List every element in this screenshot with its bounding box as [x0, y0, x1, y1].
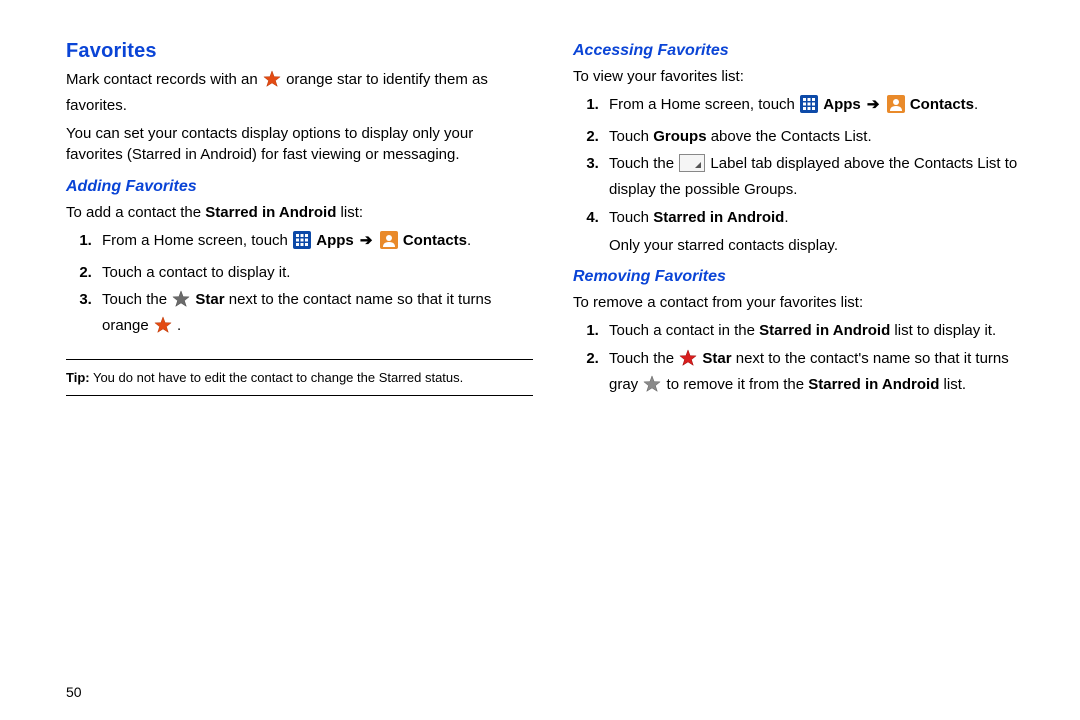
step-1: Touch a contact in the Starred in Androi…	[603, 320, 1040, 342]
left-column: Favorites Mark contact records with an o…	[66, 40, 533, 414]
para-intro-1: Mark contact records with an orange star…	[66, 69, 533, 117]
tip-box: Tip: You do not have to edit the contact…	[66, 359, 533, 396]
text: list.	[939, 376, 966, 393]
accessing-steps-list: From a Home screen, touch Apps ➔	[573, 94, 1040, 257]
adding-steps-list: From a Home screen, touch Apps ➔	[66, 230, 533, 341]
text: .	[177, 317, 181, 334]
heading-removing-favorites: Removing Favorites	[573, 268, 1040, 286]
arrow-icon: ➔	[865, 96, 882, 113]
removing-intro: To remove a contact from your favorites …	[573, 292, 1040, 314]
contacts-icon	[887, 95, 905, 120]
text: From a Home screen, touch	[609, 96, 799, 113]
star-label: Star	[702, 350, 731, 367]
text: From a Home screen, touch	[102, 232, 292, 249]
page-number: 50	[66, 684, 82, 700]
text: list:	[336, 204, 363, 221]
groups-label: Groups	[653, 128, 706, 145]
step-3: Touch the Label tab displayed above the …	[603, 153, 1040, 201]
arrow-icon: ➔	[358, 232, 375, 249]
text: to remove it from the	[667, 376, 809, 393]
text: Touch the	[102, 291, 171, 308]
step-1: From a Home screen, touch Apps ➔	[96, 230, 533, 256]
apps-label: Apps	[316, 232, 354, 249]
text-bold: Starred in Android	[205, 204, 336, 221]
step-1: From a Home screen, touch Apps ➔	[603, 94, 1040, 120]
heading-adding-favorites: Adding Favorites	[66, 178, 533, 196]
starred-label: Starred in Android	[808, 376, 939, 393]
para-intro-2: You can set your contacts display option…	[66, 123, 533, 167]
starred-label: Starred in Android	[653, 209, 784, 226]
accessing-intro: To view your favorites list:	[573, 66, 1040, 88]
apps-label: Apps	[823, 96, 861, 113]
heading-favorites: Favorites	[66, 40, 533, 63]
tip-label: Tip:	[66, 370, 90, 385]
star-orange-icon	[154, 316, 172, 341]
apps-grid-icon	[800, 95, 818, 120]
contacts-label: Contacts	[403, 232, 467, 249]
text: Mark contact records with an	[66, 71, 262, 88]
text: .	[974, 96, 978, 113]
starred-label: Starred in Android	[759, 322, 890, 339]
step-2: Touch the Star next to the contact's nam…	[603, 348, 1040, 400]
star-red-icon	[679, 349, 697, 374]
step-4: Touch Starred in Android. Only your star…	[603, 207, 1040, 257]
text: Touch	[609, 128, 653, 145]
star-orange-icon	[263, 70, 281, 95]
star-label: Star	[195, 291, 224, 308]
text: .	[467, 232, 471, 249]
text: Touch a contact in the	[609, 322, 759, 339]
removing-steps-list: Touch a contact in the Starred in Androi…	[573, 320, 1040, 399]
apps-grid-icon	[293, 231, 311, 256]
star-gray-icon	[172, 290, 190, 315]
text: Touch	[609, 209, 653, 226]
contacts-label: Contacts	[910, 96, 974, 113]
label-tab-icon	[679, 154, 705, 179]
star-gray-icon	[643, 375, 661, 400]
text: above the Contacts List.	[707, 128, 872, 145]
step-3: Touch the Star next to the contact name …	[96, 289, 533, 341]
text: Touch the	[609, 155, 678, 172]
step-2: Touch Groups above the Contacts List.	[603, 126, 1040, 148]
text: list to display it.	[890, 322, 996, 339]
tip-text: You do not have to edit the contact to c…	[90, 370, 464, 385]
right-column: Accessing Favorites To view your favorit…	[573, 40, 1040, 414]
adding-intro: To add a contact the Starred in Android …	[66, 202, 533, 224]
document-page: Favorites Mark contact records with an o…	[0, 0, 1080, 434]
text: To add a contact the	[66, 204, 205, 221]
text: .	[784, 209, 788, 226]
text: Touch the	[609, 350, 678, 367]
step-4-note: Only your starred contacts display.	[609, 235, 1040, 257]
step-2: Touch a contact to display it.	[96, 262, 533, 284]
heading-accessing-favorites: Accessing Favorites	[573, 42, 1040, 60]
contacts-icon	[380, 231, 398, 256]
